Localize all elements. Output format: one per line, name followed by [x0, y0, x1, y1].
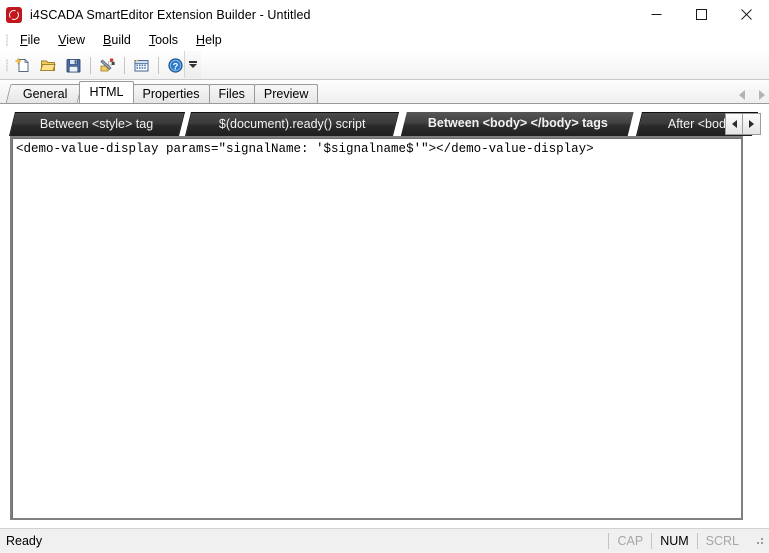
menu-bar: File View Build Tools Help	[0, 29, 769, 51]
code-editor-frame	[10, 136, 743, 520]
menu-item-view-rest: iew	[66, 33, 86, 47]
close-button[interactable]	[724, 0, 769, 29]
menu-item-tools[interactable]: Tools	[140, 31, 187, 49]
section-tab-between-style[interactable]: Between <style> tag	[9, 112, 185, 136]
save-disk-icon[interactable]	[62, 54, 85, 77]
status-message: Ready	[6, 534, 43, 548]
window-controls	[634, 0, 769, 29]
scroll-tabs-right-icon[interactable]	[759, 90, 765, 100]
section-tab-between-body[interactable]: Between <body> </body> tags	[398, 110, 637, 136]
section-scroll-right-button[interactable]	[743, 114, 760, 134]
open-folder-icon[interactable]	[37, 54, 60, 77]
toolbar-grip[interactable]	[2, 57, 11, 73]
toolbar: ?	[0, 51, 769, 80]
svg-text:?: ?	[173, 61, 179, 72]
minimize-button[interactable]	[634, 0, 679, 29]
title-bar: i4SCADA SmartEditor Extension Builder - …	[0, 0, 769, 29]
section-scroll-left-button[interactable]	[726, 114, 743, 134]
status-indicator-scrl: SCRL	[696, 533, 747, 549]
scroll-tabs-left-icon[interactable]	[739, 90, 745, 100]
main-tab-bar: General HTML Properties Files Preview	[0, 80, 769, 104]
new-file-icon[interactable]	[12, 54, 35, 77]
tab-properties[interactable]: Properties	[132, 84, 210, 103]
toolbar-separator-2	[124, 56, 125, 74]
tab-general[interactable]: General	[5, 84, 83, 103]
menu-item-build-rest: uild	[111, 33, 131, 47]
tab-preview[interactable]: Preview	[253, 84, 319, 103]
section-tab-document-ready[interactable]: $(document).ready() script	[184, 112, 399, 136]
html-section-tab-bar: Between <style> tag $(document).ready() …	[9, 110, 761, 136]
deploy-grid-icon[interactable]	[130, 54, 153, 77]
status-indicators: CAP NUM SCRL	[608, 529, 765, 553]
tab-files[interactable]: Files	[208, 84, 255, 103]
tab-html[interactable]: HTML	[79, 81, 134, 103]
menu-item-tools-rest: ools	[155, 33, 179, 47]
toolbar-separator-1	[90, 56, 91, 74]
toolbar-overflow-button[interactable]	[184, 51, 201, 78]
application-window: i4SCADA SmartEditor Extension Builder - …	[0, 0, 769, 553]
menu-item-file[interactable]: File	[11, 31, 49, 49]
menu-item-help-rest: elp	[205, 33, 222, 47]
window-title: i4SCADA SmartEditor Extension Builder - …	[30, 7, 311, 22]
status-indicator-cap: CAP	[608, 533, 651, 549]
menu-item-view[interactable]: View	[49, 31, 94, 49]
toolbar-separator-3	[158, 56, 159, 74]
main-tab-scroll-controls	[739, 90, 765, 100]
resize-grip[interactable]	[751, 534, 765, 548]
app-shield-icon	[6, 6, 22, 23]
menubar-grip[interactable]	[2, 32, 11, 48]
menu-item-file-rest: ile	[27, 33, 41, 47]
chevron-left-icon	[731, 120, 737, 128]
build-tools-icon[interactable]	[96, 54, 119, 77]
chevron-right-icon	[749, 120, 754, 128]
maximize-button[interactable]	[679, 0, 724, 29]
section-tab-scroll-controls	[725, 113, 761, 135]
code-editor-input[interactable]	[12, 138, 741, 518]
menu-item-help[interactable]: Help	[187, 31, 231, 49]
menu-item-build[interactable]: Build	[94, 31, 140, 49]
status-indicator-num: NUM	[651, 533, 696, 549]
status-bar: Ready CAP NUM SCRL	[0, 528, 769, 553]
html-tab-panel: Between <style> tag $(document).ready() …	[0, 104, 769, 528]
